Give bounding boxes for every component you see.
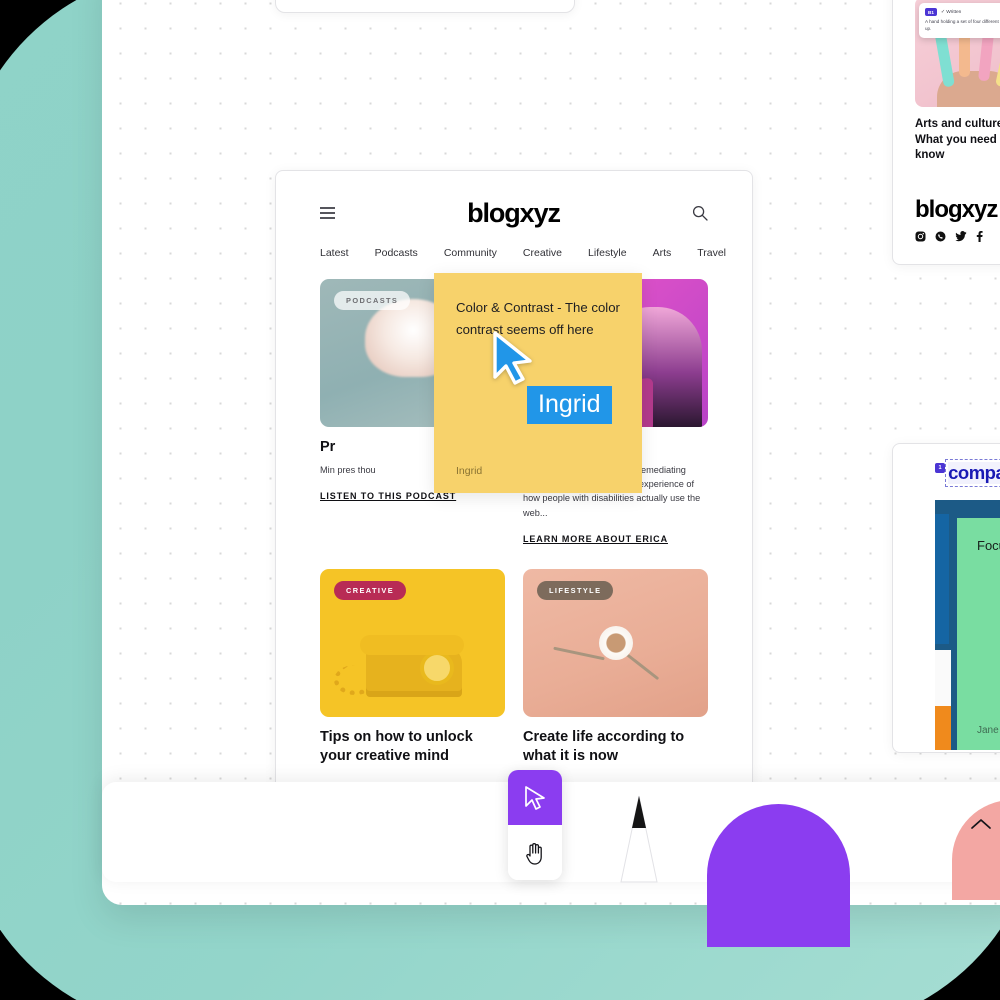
- color-swatch[interactable]: [707, 804, 850, 947]
- alt-badge: B1: [925, 8, 937, 16]
- news-article[interactable]: B1 ✓ Written A hand holding a set of fou…: [915, 0, 1000, 164]
- comment-text: Focus -: [977, 538, 1000, 553]
- blog-header: blogxyz: [320, 195, 708, 231]
- cursor-tool[interactable]: [508, 770, 562, 825]
- sprig-shape: [553, 646, 605, 661]
- blog-card[interactable]: LIFESTYLE Create life according to what …: [523, 568, 708, 766]
- collaborator-cursor-ingrid: Ingrid: [491, 330, 612, 425]
- phone-dial: [420, 650, 454, 685]
- nav-item-travel[interactable]: Travel: [697, 247, 726, 259]
- comment-author: Jane: [977, 725, 999, 736]
- nav-item-creative[interactable]: Creative: [523, 247, 562, 259]
- card-thumbnail: LIFESTYLE: [523, 568, 708, 717]
- orange-strip: [935, 706, 951, 750]
- alt-text-tooltip: B1 ✓ Written A hand holding a set of fou…: [919, 3, 1000, 38]
- article-caption: Arts and culture: What you need to know: [915, 118, 1000, 162]
- category-tag: LIFESTYLE: [537, 580, 614, 600]
- alt-status: ✓ Written: [940, 9, 962, 15]
- category-tag: CREATIVE: [334, 580, 407, 600]
- alt-text: A hand holding a set of four different c…: [925, 19, 1000, 31]
- nav-item-arts[interactable]: Arts: [653, 247, 672, 259]
- whatsapp-icon[interactable]: [935, 231, 946, 242]
- decorative-shape: [952, 800, 1000, 900]
- hamburger-menu-icon[interactable]: [320, 207, 335, 219]
- nav-item-podcasts[interactable]: Podcasts: [375, 247, 418, 259]
- url-annotation: 1 companyblog.co: [893, 459, 1000, 487]
- bottom-toolbar: [102, 770, 1000, 947]
- company-screenshot: Focus - Jane Jane: [935, 500, 1000, 750]
- twitter-icon[interactable]: [955, 230, 967, 242]
- phone-handset: [360, 634, 464, 655]
- sprig-shape: [622, 650, 660, 680]
- card-title: Tips on how to unlock your creative mind: [320, 728, 473, 764]
- tool-selector-group: [508, 770, 562, 880]
- team-row[interactable]: Product Managers +: [276, 0, 574, 12]
- card-link[interactable]: LEARN MORE ABOUT ERICA: [523, 534, 668, 544]
- cursor-name-label: Ingrid: [527, 386, 612, 425]
- teams-list-card: Designers + Engineers +: [275, 0, 575, 13]
- instagram-icon[interactable]: [915, 231, 926, 242]
- blog-card[interactable]: CREATIVE Tips on how to unlock your crea…: [320, 568, 505, 766]
- blog-card-grid-row2: CREATIVE Tips on how to unlock your crea…: [320, 568, 708, 766]
- facebook-icon[interactable]: [976, 230, 983, 242]
- category-tag: PODCASTS: [334, 291, 411, 310]
- annotation-badge: 1: [935, 463, 946, 473]
- news-panel-artboard[interactable]: Enter your email address catspring@stark…: [892, 0, 1000, 265]
- nav-item-community[interactable]: Community: [444, 247, 497, 259]
- news-article-grid: B1 ✓ Written A hand holding a set of fou…: [915, 0, 1000, 164]
- blog-logo: blogxyz: [467, 197, 561, 228]
- nav-item-latest[interactable]: Latest: [320, 247, 349, 259]
- pencil-tool[interactable]: [613, 794, 665, 889]
- companyblog-panel-artboard[interactable]: 1 companyblog.co Focus - Jane Jane: [892, 443, 1000, 753]
- card-title: Create life according to what it is now: [523, 728, 685, 764]
- card-thumbnail: CREATIVE: [320, 568, 505, 717]
- white-strip: [935, 650, 951, 706]
- comment-author: Ingrid: [456, 465, 483, 477]
- site-url[interactable]: companyblog.co: [945, 459, 1000, 487]
- screenshot-root: Designers + Engineers +: [0, 0, 1000, 1000]
- search-icon[interactable]: [692, 205, 708, 221]
- hand-tool[interactable]: [508, 825, 562, 880]
- coffee-cup: [598, 625, 633, 660]
- blue-strip: [935, 514, 949, 644]
- social-links: [915, 230, 1000, 242]
- comment-note-green[interactable]: Focus - Jane: [957, 518, 1000, 750]
- footer-logo: blogxyz: [915, 195, 998, 223]
- blog-nav: Latest Podcasts Community Creative Lifes…: [320, 247, 726, 259]
- chevron-up-icon[interactable]: [970, 817, 992, 836]
- nav-item-lifestyle[interactable]: Lifestyle: [588, 247, 627, 259]
- article-thumbnail: B1 ✓ Written A hand holding a set of fou…: [915, 0, 1000, 107]
